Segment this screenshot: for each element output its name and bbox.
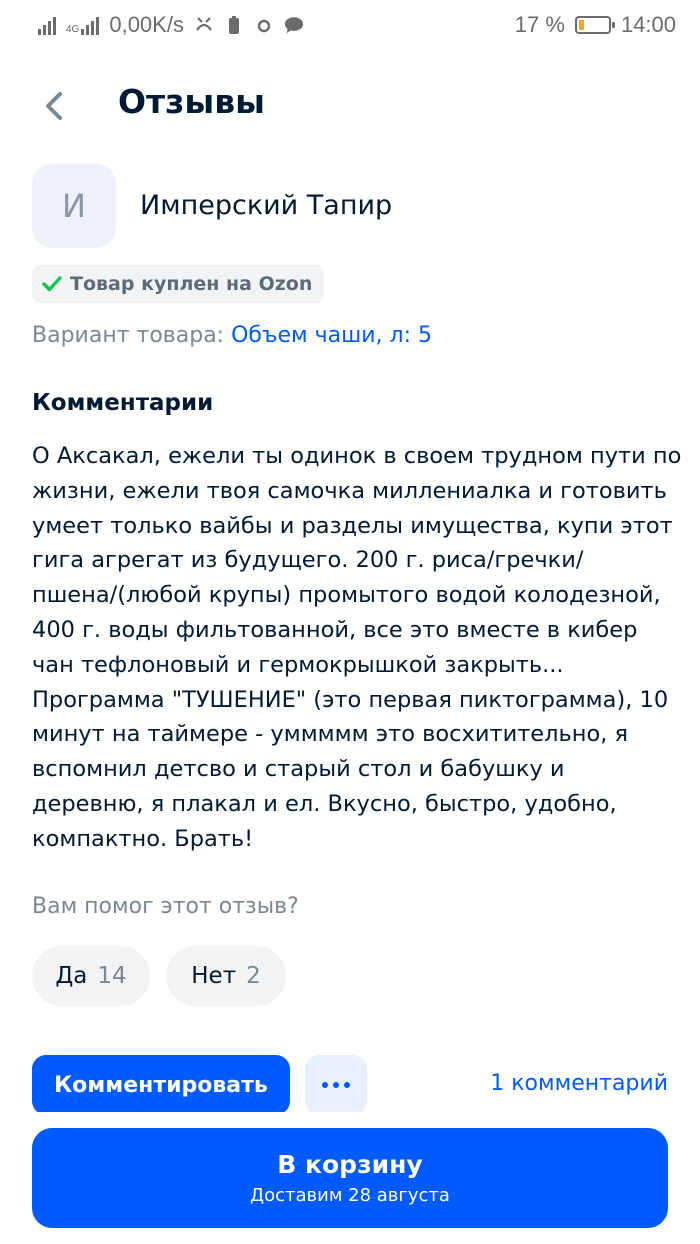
- variant-value-link[interactable]: Объем чаши, л: 5: [231, 323, 432, 348]
- network-signal-2: 4G: [66, 15, 100, 35]
- vote-yes-button[interactable]: Да 14: [32, 946, 150, 1006]
- status-bar: 4G 0,00K/s 17 % 14:00: [0, 0, 700, 50]
- verified-purchase-badge: Товар куплен на Ozon: [32, 265, 325, 303]
- back-button[interactable]: [36, 86, 76, 126]
- add-to-cart-label: В корзину: [277, 1150, 423, 1179]
- header: Отзывы: [0, 70, 700, 140]
- circle-icon: [254, 15, 274, 35]
- avatar: И: [32, 164, 116, 248]
- battery-saver-icon: [224, 15, 244, 35]
- more-dots-icon: [322, 1082, 350, 1088]
- network-speed: 0,00K/s: [109, 12, 184, 37]
- mute-icon: [194, 15, 214, 35]
- comment-button[interactable]: Комментировать: [32, 1055, 290, 1115]
- status-right: 17 % 14:00: [515, 12, 676, 38]
- comments-heading: Комментарии: [32, 390, 214, 416]
- delivery-date: Доставим 28 августа: [250, 1185, 450, 1206]
- vote-yes-label: Да: [55, 963, 88, 989]
- network-tag: 4G: [66, 24, 80, 35]
- more-button[interactable]: [305, 1055, 367, 1115]
- review-text: О Аксакал, ежели ты одинок в своем трудн…: [32, 443, 682, 852]
- variant-label: Вариант товара:: [32, 323, 225, 348]
- signal-icon: [38, 15, 56, 35]
- signal-icon: [81, 15, 100, 35]
- vote-yes-count: 14: [97, 963, 127, 989]
- bottom-bar: В корзину Доставим 28 августа: [0, 1112, 700, 1244]
- author-name: Имперский Тапир: [140, 190, 393, 221]
- battery-icon: [574, 16, 615, 34]
- verified-badge-label: Товар куплен на Ozon: [70, 273, 313, 295]
- vote-no-button[interactable]: Нет 2: [166, 946, 286, 1006]
- back-arrow-icon: [46, 92, 62, 120]
- product-variant: Вариант товара: Объем чаши, л: 5: [32, 323, 432, 348]
- clock: 14:00: [620, 12, 676, 37]
- status-left: 4G 0,00K/s: [38, 12, 304, 38]
- add-to-cart-button[interactable]: В корзину Доставим 28 августа: [32, 1128, 668, 1228]
- comments-count-link[interactable]: 1 комментарий: [490, 1071, 668, 1096]
- vote-no-label: Нет: [191, 963, 237, 989]
- check-icon: [42, 276, 62, 292]
- battery-percent: 17 %: [514, 12, 565, 37]
- chat-icon: [284, 15, 304, 35]
- battery-fill: [578, 20, 584, 30]
- vote-no-count: 2: [246, 963, 261, 989]
- helpful-question: Вам помог этот отзыв?: [32, 894, 299, 919]
- page-title: Отзывы: [118, 82, 265, 121]
